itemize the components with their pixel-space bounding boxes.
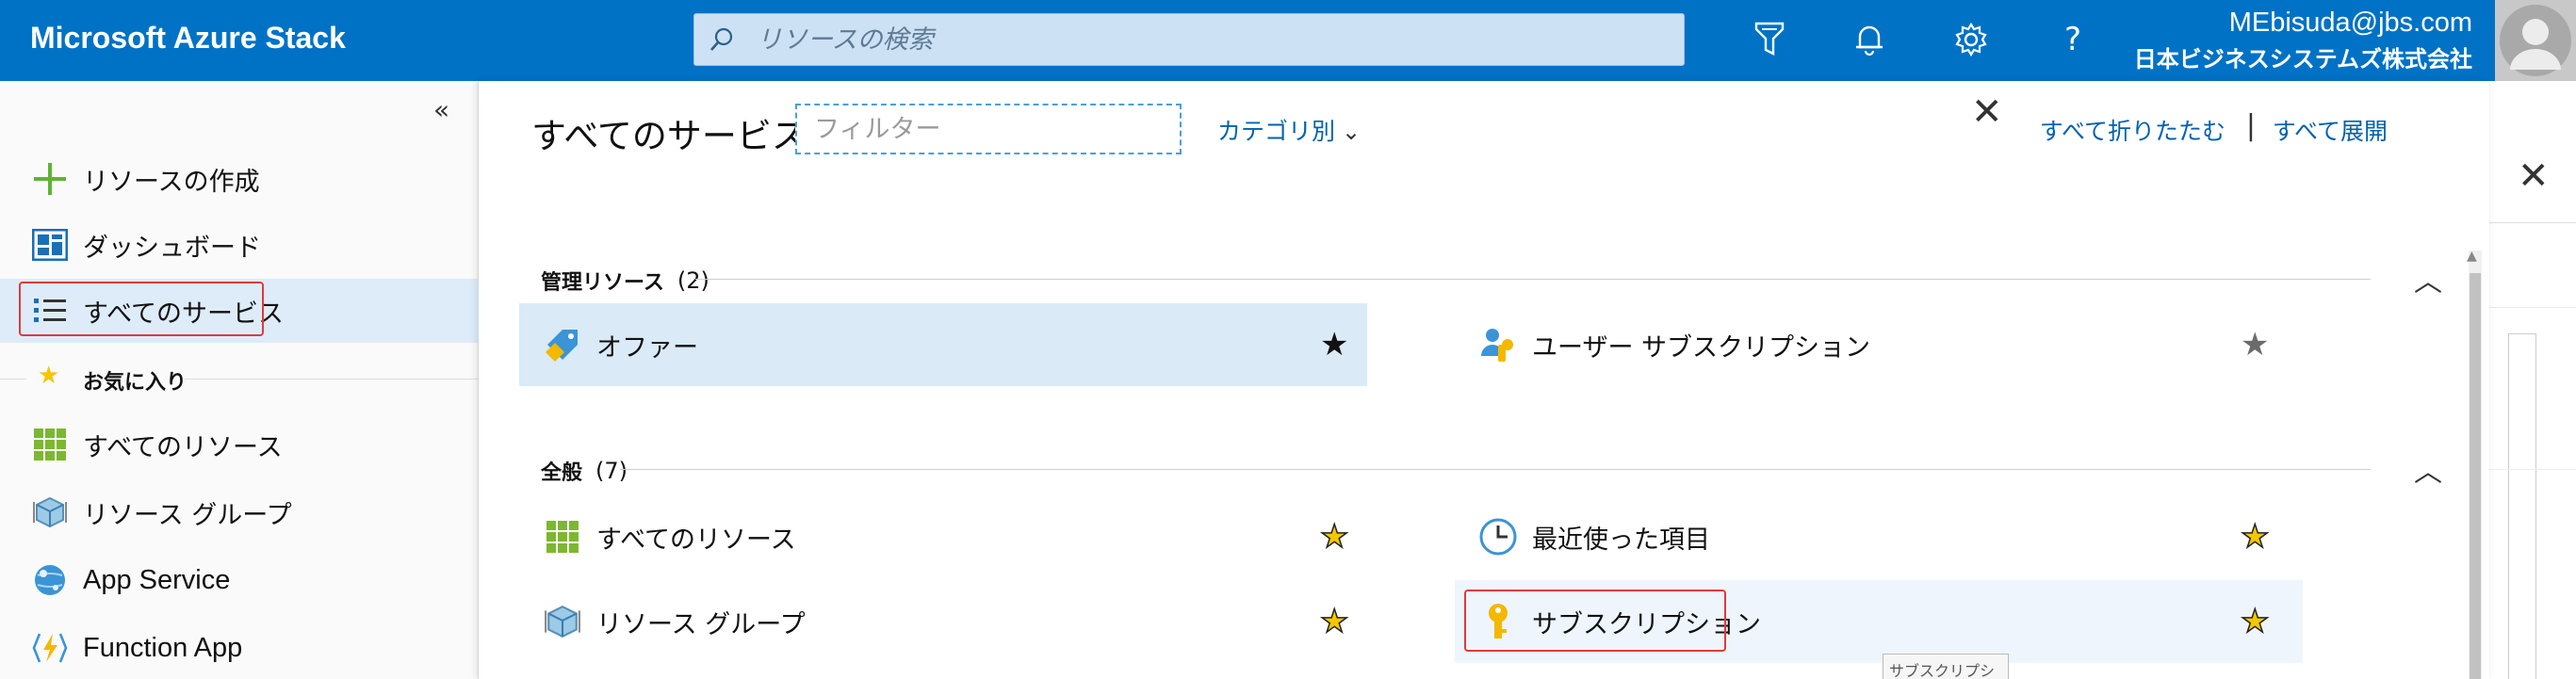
- service-item-offer[interactable]: オファー ★: [519, 303, 1367, 386]
- service-item-recent[interactable]: 最近使った項目 ★: [1455, 495, 2303, 578]
- chevron-down-icon[interactable]: ⌄: [1342, 119, 1361, 145]
- background-blade: ✕: [2489, 81, 2576, 679]
- service-label: リソース グループ: [596, 609, 806, 639]
- service-item-user-subscriptions[interactable]: ユーザー サブスクリプション ★: [1455, 303, 2303, 386]
- globe-icon: [32, 562, 68, 598]
- grid-icon: [32, 427, 68, 462]
- section-count: (2): [677, 267, 709, 294]
- user-email: MEbisuda@jbs.com: [2228, 8, 2472, 38]
- top-bar: Microsoft Azure Stack ? MEbisuda@jbs.com…: [0, 0, 2576, 81]
- service-label: ユーザー サブスクリプション: [1532, 332, 1871, 363]
- nav-function-app[interactable]: Function App: [0, 616, 479, 679]
- service-label: 最近使った項目: [1532, 525, 1710, 555]
- favorites-header: ★ お気に入り: [0, 360, 479, 397]
- avatar[interactable]: [2495, 0, 2576, 81]
- divider: [2489, 307, 2576, 308]
- plus-icon: [32, 161, 68, 197]
- close-icon[interactable]: ✕: [2518, 154, 2550, 198]
- panel-title: すべてのサービス: [531, 116, 807, 156]
- filter-input[interactable]: [795, 104, 1182, 154]
- divider: [2489, 222, 2576, 223]
- chevron-up-icon[interactable]: ︿: [2414, 258, 2442, 299]
- gear-icon[interactable]: [1950, 19, 1992, 60]
- nav-dashboard[interactable]: ダッシュボード: [0, 213, 479, 277]
- section-header[interactable]: 全般 (7): [541, 456, 628, 486]
- scroll-up-icon[interactable]: ▲: [2467, 249, 2477, 264]
- favorites-label: お気に入り: [83, 371, 187, 395]
- divider: [0, 379, 26, 380]
- clock-icon: [1477, 516, 1519, 558]
- star-icon: ★: [38, 362, 60, 390]
- star-icon[interactable]: ★: [2240, 602, 2270, 641]
- nav-label: リソース グループ: [83, 500, 292, 530]
- service-label: オファー: [596, 332, 698, 363]
- search-box[interactable]: [693, 13, 1685, 66]
- nav-label: App Service: [83, 564, 231, 595]
- dashboard-icon: [32, 227, 68, 263]
- service-item-resource-groups[interactable]: リソース グループ ★: [519, 580, 1367, 663]
- left-nav: « リソースの作成 ダッシュボード すべてのサービス ★ お気に入り すべてのリ…: [0, 81, 479, 679]
- user-org: 日本ビジネスシステムズ株式会社: [2133, 46, 2472, 73]
- star-icon[interactable]: ★: [2240, 517, 2270, 557]
- nav-resource-groups[interactable]: リソース グループ: [0, 480, 479, 544]
- divider: [695, 279, 2371, 280]
- tooltip: サブスクリプション: [1883, 654, 2009, 679]
- service-label: すべてのリソース: [596, 525, 796, 555]
- close-icon[interactable]: ✕: [1971, 90, 2003, 134]
- user-subscription-icon: [1477, 324, 1519, 365]
- cube-icon: [32, 494, 68, 530]
- highlight-box: [19, 282, 264, 336]
- nav-label: リソースの作成: [83, 167, 260, 197]
- separator: |: [2245, 109, 2256, 142]
- background-box: [2508, 333, 2536, 679]
- bell-icon[interactable]: [1849, 19, 1890, 60]
- nav-label: すべてのリソース: [83, 432, 283, 462]
- search-input[interactable]: [757, 22, 1661, 57]
- user-info[interactable]: MEbisuda@jbs.com 日本ビジネスシステムズ株式会社: [2134, 8, 2472, 73]
- nav-create-resource[interactable]: リソースの作成: [0, 147, 479, 211]
- cube-icon: [542, 601, 583, 642]
- category-dropdown[interactable]: カテゴリ別: [1217, 113, 1335, 147]
- star-icon[interactable]: ★: [1319, 517, 1349, 557]
- offer-icon: [542, 324, 583, 365]
- nav-app-service[interactable]: App Service: [0, 548, 479, 612]
- nav-all-resources[interactable]: すべてのリソース: [0, 412, 479, 477]
- section-header[interactable]: 管理リソース (2): [541, 266, 709, 296]
- search-icon: [710, 27, 733, 51]
- section-name: 管理リソース: [541, 271, 664, 295]
- section-name: 全般: [541, 461, 583, 485]
- nav-label: ダッシュボード: [83, 233, 261, 263]
- service-item-all-resources[interactable]: すべてのリソース ★: [519, 495, 1367, 578]
- scrollbar[interactable]: [2469, 251, 2482, 679]
- grid-icon: [542, 516, 583, 558]
- help-icon[interactable]: ?: [2052, 19, 2094, 60]
- divider: [2489, 469, 2576, 470]
- divider: [620, 469, 2371, 470]
- collapse-all-link[interactable]: すべて折りたたむ: [2040, 113, 2225, 147]
- expand-all-link[interactable]: すべて展開: [2273, 113, 2388, 147]
- all-services-panel: すべてのサービス カテゴリ別 ⌄ すべて折りたたむ | すべて展開 ✕ 管理リソ…: [479, 81, 2489, 679]
- star-icon[interactable]: ★: [2241, 326, 2269, 364]
- divider: [185, 379, 479, 380]
- chevron-up-icon[interactable]: ︿: [2414, 448, 2442, 490]
- section-count: (7): [595, 458, 628, 484]
- star-icon[interactable]: ★: [1319, 602, 1349, 641]
- collapse-nav-icon[interactable]: «: [433, 94, 449, 125]
- lightning-icon: [32, 630, 68, 666]
- highlight-box: [1464, 590, 1726, 652]
- scrollbar-thumb[interactable]: [2470, 273, 2481, 679]
- filter-icon[interactable]: [1749, 19, 1790, 60]
- brand-title[interactable]: Microsoft Azure Stack: [30, 21, 346, 56]
- nav-label: Function App: [83, 632, 243, 663]
- star-icon[interactable]: ★: [1320, 326, 1348, 364]
